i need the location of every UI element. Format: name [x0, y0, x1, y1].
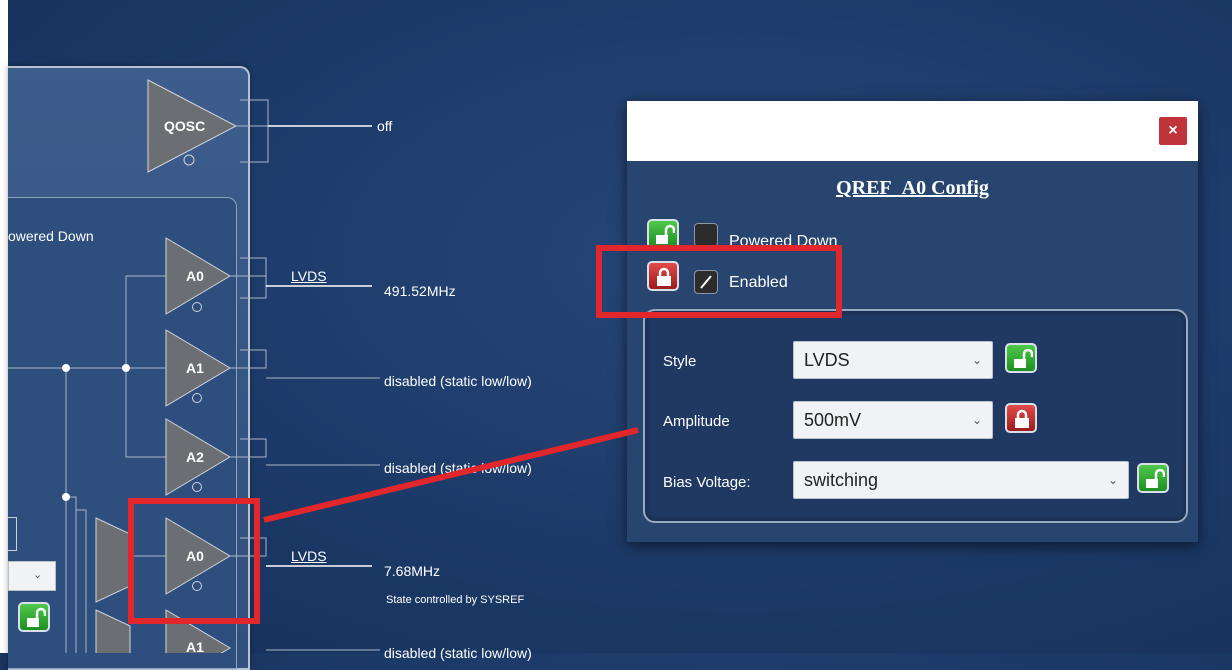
annotation-connector [263, 427, 639, 523]
